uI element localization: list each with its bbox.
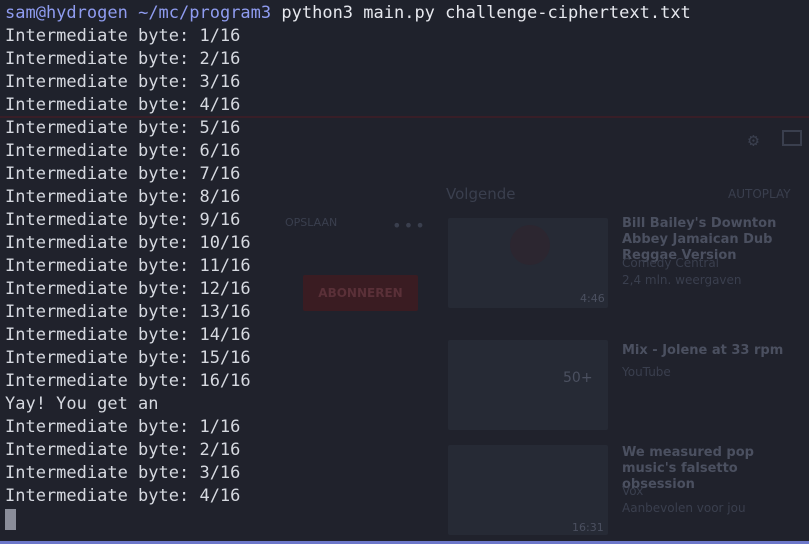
output-line: Intermediate byte: 13/16 <box>5 302 251 322</box>
terminal-output: Intermediate byte: 1/16 Intermediate byte… <box>5 25 805 508</box>
output-line: Intermediate byte: 6/16 <box>5 141 241 161</box>
prompt-user-host: sam@hydrogen <box>5 3 128 23</box>
prompt-path: ~/mc/program3 <box>138 3 272 23</box>
text-cursor <box>5 508 16 530</box>
output-line: Intermediate byte: 10/16 <box>5 233 251 253</box>
output-line: Intermediate byte: 14/16 <box>5 325 251 345</box>
output-line: Intermediate byte: 2/16 <box>5 49 241 69</box>
output-line: Intermediate byte: 15/16 <box>5 348 251 368</box>
output-line: Intermediate byte: 11/16 <box>5 256 251 276</box>
output-line: Yay! You get an <box>5 394 159 414</box>
output-line: Intermediate byte: 8/16 <box>5 187 241 207</box>
output-line: Intermediate byte: 7/16 <box>5 164 241 184</box>
output-line: Intermediate byte: 3/16 <box>5 72 241 92</box>
prompt-line: sam@hydrogen ~/mc/program3 python3 main.… <box>5 2 805 25</box>
output-line: Intermediate byte: 16/16 <box>5 371 251 391</box>
output-line: Intermediate byte: 5/16 <box>5 118 241 138</box>
output-line: Intermediate byte: 3/16 <box>5 463 241 483</box>
output-line: Intermediate byte: 1/16 <box>5 26 241 46</box>
output-line: Intermediate byte: 2/16 <box>5 440 241 460</box>
output-line: Intermediate byte: 4/16 <box>5 95 241 115</box>
input-line[interactable] <box>5 508 805 531</box>
output-line: Intermediate byte: 9/16 <box>5 210 241 230</box>
command-text: python3 main.py challenge-ciphertext.txt <box>281 3 691 23</box>
output-line: Intermediate byte: 1/16 <box>5 417 241 437</box>
output-line: Intermediate byte: 12/16 <box>5 279 251 299</box>
terminal[interactable]: sam@hydrogen ~/mc/program3 python3 main.… <box>5 2 805 531</box>
output-line: Intermediate byte: 4/16 <box>5 486 241 506</box>
